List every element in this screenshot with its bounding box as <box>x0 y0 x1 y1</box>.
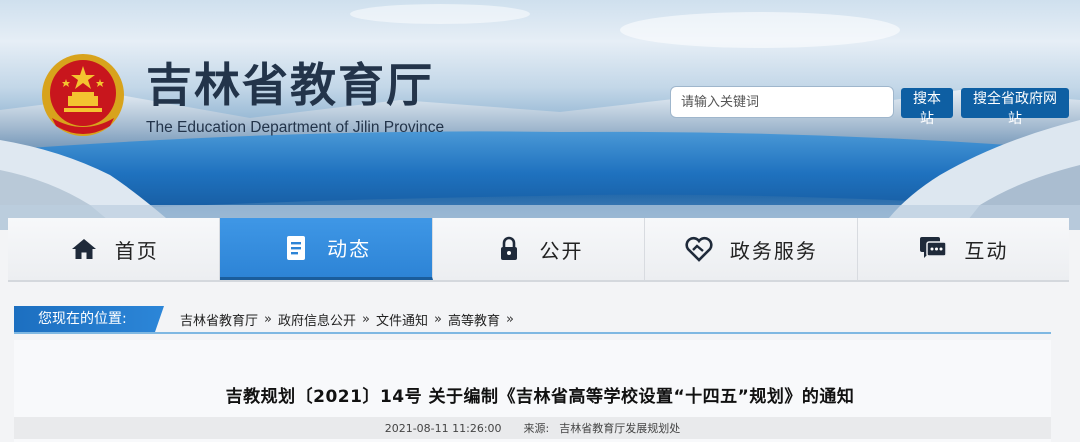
breadcrumb-separator: » <box>505 311 514 327</box>
nav-item-news[interactable]: 动态 <box>220 218 433 280</box>
article-date: 2021-08-11 11:26:00 <box>384 421 502 435</box>
nav-item-label: 公开 <box>539 238 584 263</box>
breadcrumb-link-disclosure[interactable]: 政府信息公开 <box>278 310 356 329</box>
article-meta: 2021-08-11 11:26:00 来源: 吉林省教育厅发展规划处 <box>14 417 1051 439</box>
breadcrumb-separator: » <box>264 311 272 327</box>
chat-icon <box>918 234 948 264</box>
handshake-heart-icon <box>684 234 714 264</box>
site-subtitle: The Education Department of Jilin Provin… <box>146 119 445 136</box>
search-all-government-sites-button[interactable]: 搜全省政府网站 <box>961 88 1069 127</box>
site-title: 吉林省教育厅 <box>146 58 434 112</box>
nav-item-government-services[interactable]: 政务服务 <box>645 218 858 280</box>
nav-item-home[interactable]: 首页 <box>8 218 221 280</box>
breadcrumb-separator: » <box>433 311 442 327</box>
breadcrumb-separator: » <box>362 311 370 327</box>
breadcrumb-link-notices[interactable]: 文件通知 <box>376 310 428 329</box>
article-title: 吉教规划〔2021〕14号 关于编制《吉林省高等学校设置“十四五”规划》的通知 <box>225 387 855 407</box>
nav-item-interaction[interactable]: 互动 <box>857 218 1070 280</box>
nav-item-label: 动态 <box>327 237 372 261</box>
breadcrumb-trail: 吉林省教育厅 » 政府信息公开 » 文件通知 » 高等教育 » <box>180 306 520 332</box>
nav-item-label: 互动 <box>964 238 1009 263</box>
article-source: 吉林省教育厅发展规划处 <box>559 422 681 435</box>
breadcrumb: 您现在的位置: 吉林省教育厅 » 政府信息公开 » 文件通知 » 高等教育 » <box>14 306 1051 334</box>
breadcrumb-label: 您现在的位置: <box>14 306 164 332</box>
nav-item-disclosure[interactable]: 公开 <box>432 218 646 280</box>
breadcrumb-link-higher-education[interactable]: 高等教育 <box>448 310 500 329</box>
document-icon <box>281 233 311 263</box>
article-source-label: 来源: <box>523 422 550 435</box>
home-icon <box>69 234 99 264</box>
nav-item-label: 首页 <box>114 238 159 263</box>
breadcrumb-link-home[interactable]: 吉林省教育厅 <box>180 310 258 329</box>
main-nav: 首页 动态 公开 政务服务 互动 <box>8 218 1070 282</box>
search-input[interactable] <box>670 86 894 118</box>
search-site-button[interactable]: 搜本站 <box>901 88 953 127</box>
national-emblem-icon <box>42 54 124 136</box>
nav-item-label: 政务服务 <box>729 238 818 263</box>
header-banner: 吉林省教育厅 The Education Department of Jilin… <box>0 0 1080 230</box>
lock-icon <box>494 234 524 264</box>
